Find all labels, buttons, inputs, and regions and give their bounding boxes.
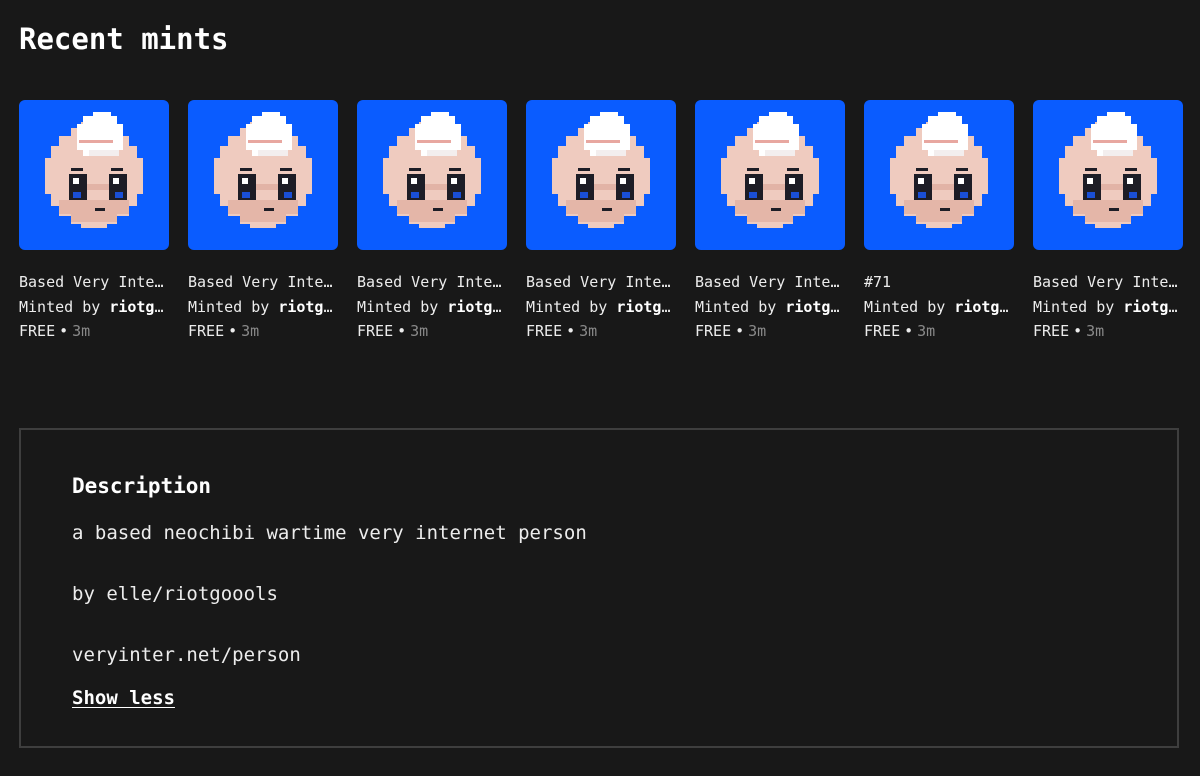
mint-minter-line: Minted by riotgoools	[695, 295, 845, 320]
mint-price: FREE	[526, 322, 563, 340]
mint-price-line: FREE • 3m	[864, 319, 1014, 344]
show-less-link[interactable]: Show less	[72, 687, 175, 709]
mint-card-6[interactable]: #71 Minted by riotgoools FREE•3m	[864, 100, 1014, 344]
separator-dot: •	[566, 322, 576, 340]
mint-name: #71	[864, 273, 892, 291]
description-heading: Description	[72, 474, 212, 498]
minter-name[interactable]: riotgoools	[447, 298, 507, 316]
minted-by-label: Minted by	[864, 297, 946, 316]
chibi-avatar-icon	[188, 100, 338, 250]
mint-price-line: FREE • 3m	[188, 319, 338, 344]
minter-name[interactable]: riotgoools	[785, 298, 845, 316]
chibi-avatar-icon	[1033, 100, 1183, 250]
mint-card-4[interactable]: Based Very Internet Person Minted by rio…	[526, 100, 676, 344]
mint-age: 3m	[72, 322, 91, 340]
mint-meta: #71 Minted by riotgoools FREE•3m	[864, 270, 1014, 344]
mint-name: Based Very Internet Person	[1033, 273, 1183, 291]
mint-price-line: FREE • 3m	[526, 319, 676, 344]
mint-age: 3m	[241, 322, 260, 340]
mint-minter-line: Minted by riotgoools	[526, 295, 676, 320]
mint-minter-line: Minted by riotgoools	[1033, 295, 1183, 320]
mint-price: FREE	[864, 322, 901, 340]
description-credit: by elle/riotgoools	[72, 583, 278, 605]
minted-by-label: Minted by	[19, 297, 101, 316]
mint-price-line: FREE • 3m	[357, 319, 507, 344]
mint-name: Based Very Internet Person	[526, 273, 676, 291]
separator-dot: •	[1073, 322, 1083, 340]
mint-card-5[interactable]: Based Very Internet Person Minted by rio…	[695, 100, 845, 344]
chibi-avatar-icon	[357, 100, 507, 250]
minter-name[interactable]: riotgoools	[1123, 298, 1183, 316]
mint-name: Based Very Internet Person	[357, 273, 507, 291]
mint-price: FREE	[188, 322, 225, 340]
description-text: a based neochibi wartime very internet p…	[72, 522, 587, 544]
mint-meta: Based Very Internet Person Minted by rio…	[1033, 270, 1183, 344]
mint-name: Based Very Internet Person	[695, 273, 845, 291]
mint-age: 3m	[748, 322, 767, 340]
mint-minter-line: Minted by riotgoools	[188, 295, 338, 320]
mint-age: 3m	[1086, 322, 1105, 340]
chibi-avatar-icon	[864, 100, 1014, 250]
mint-minter-line: Minted by riotgoools	[357, 295, 507, 320]
separator-dot: •	[397, 322, 407, 340]
mint-meta: Based Very Internet Person Minted by rio…	[526, 270, 676, 344]
separator-dot: •	[59, 322, 69, 340]
mint-card-3[interactable]: Based Very Internet Person Minted by rio…	[357, 100, 507, 344]
minter-name[interactable]: riotgoools	[109, 298, 169, 316]
mint-price: FREE	[19, 322, 56, 340]
description-link-text: veryinter.net/person	[72, 644, 301, 666]
mint-meta: Based Very Internet Person Minted by rio…	[19, 270, 169, 344]
mint-age: 3m	[579, 322, 598, 340]
mint-price: FREE	[357, 322, 394, 340]
mint-age: 3m	[917, 322, 936, 340]
separator-dot: •	[228, 322, 238, 340]
mint-name: Based Very Internet Person	[188, 273, 338, 291]
description-panel: Description a based neochibi wartime ver…	[19, 428, 1179, 748]
mint-meta: Based Very Internet Person Minted by rio…	[357, 270, 507, 344]
separator-dot: •	[904, 322, 914, 340]
mint-price: FREE	[695, 322, 732, 340]
minted-by-label: Minted by	[695, 297, 777, 316]
mint-card-7[interactable]: Based Very Internet Person Minted by rio…	[1033, 100, 1183, 344]
minter-name[interactable]: riotgoools	[278, 298, 338, 316]
mint-card-2[interactable]: Based Very Internet Person Minted by rio…	[188, 100, 338, 344]
mint-price-line: FREE • 3m	[19, 319, 169, 344]
minted-by-label: Minted by	[357, 297, 439, 316]
mint-meta: Based Very Internet Person Minted by rio…	[695, 270, 845, 344]
minted-by-label: Minted by	[526, 297, 608, 316]
minted-by-label: Minted by	[1033, 297, 1115, 316]
minter-name[interactable]: riotgoools	[616, 298, 676, 316]
mint-minter-line: Minted by riotgoools	[864, 295, 1014, 320]
mint-minter-line: Minted by riotgoools	[19, 295, 169, 320]
mint-price-line: FREE • 3m	[695, 319, 845, 344]
mint-card-1[interactable]: Based Very Internet Person Minted by rio…	[19, 100, 169, 344]
mint-price-line: FREE • 3m	[1033, 319, 1183, 344]
mint-price: FREE	[1033, 322, 1070, 340]
recent-mints-row: Based Very Internet Person Minted by rio…	[19, 100, 1183, 344]
mint-meta: Based Very Internet Person Minted by rio…	[188, 270, 338, 344]
chibi-avatar-icon	[526, 100, 676, 250]
minted-by-label: Minted by	[188, 297, 270, 316]
separator-dot: •	[735, 322, 745, 340]
chibi-avatar-icon	[695, 100, 845, 250]
minter-name[interactable]: riotgoools	[954, 298, 1014, 316]
chibi-avatar-icon	[19, 100, 169, 250]
mint-name: Based Very Internet Person	[19, 273, 169, 291]
page-title: Recent mints	[19, 22, 229, 56]
mint-age: 3m	[410, 322, 429, 340]
